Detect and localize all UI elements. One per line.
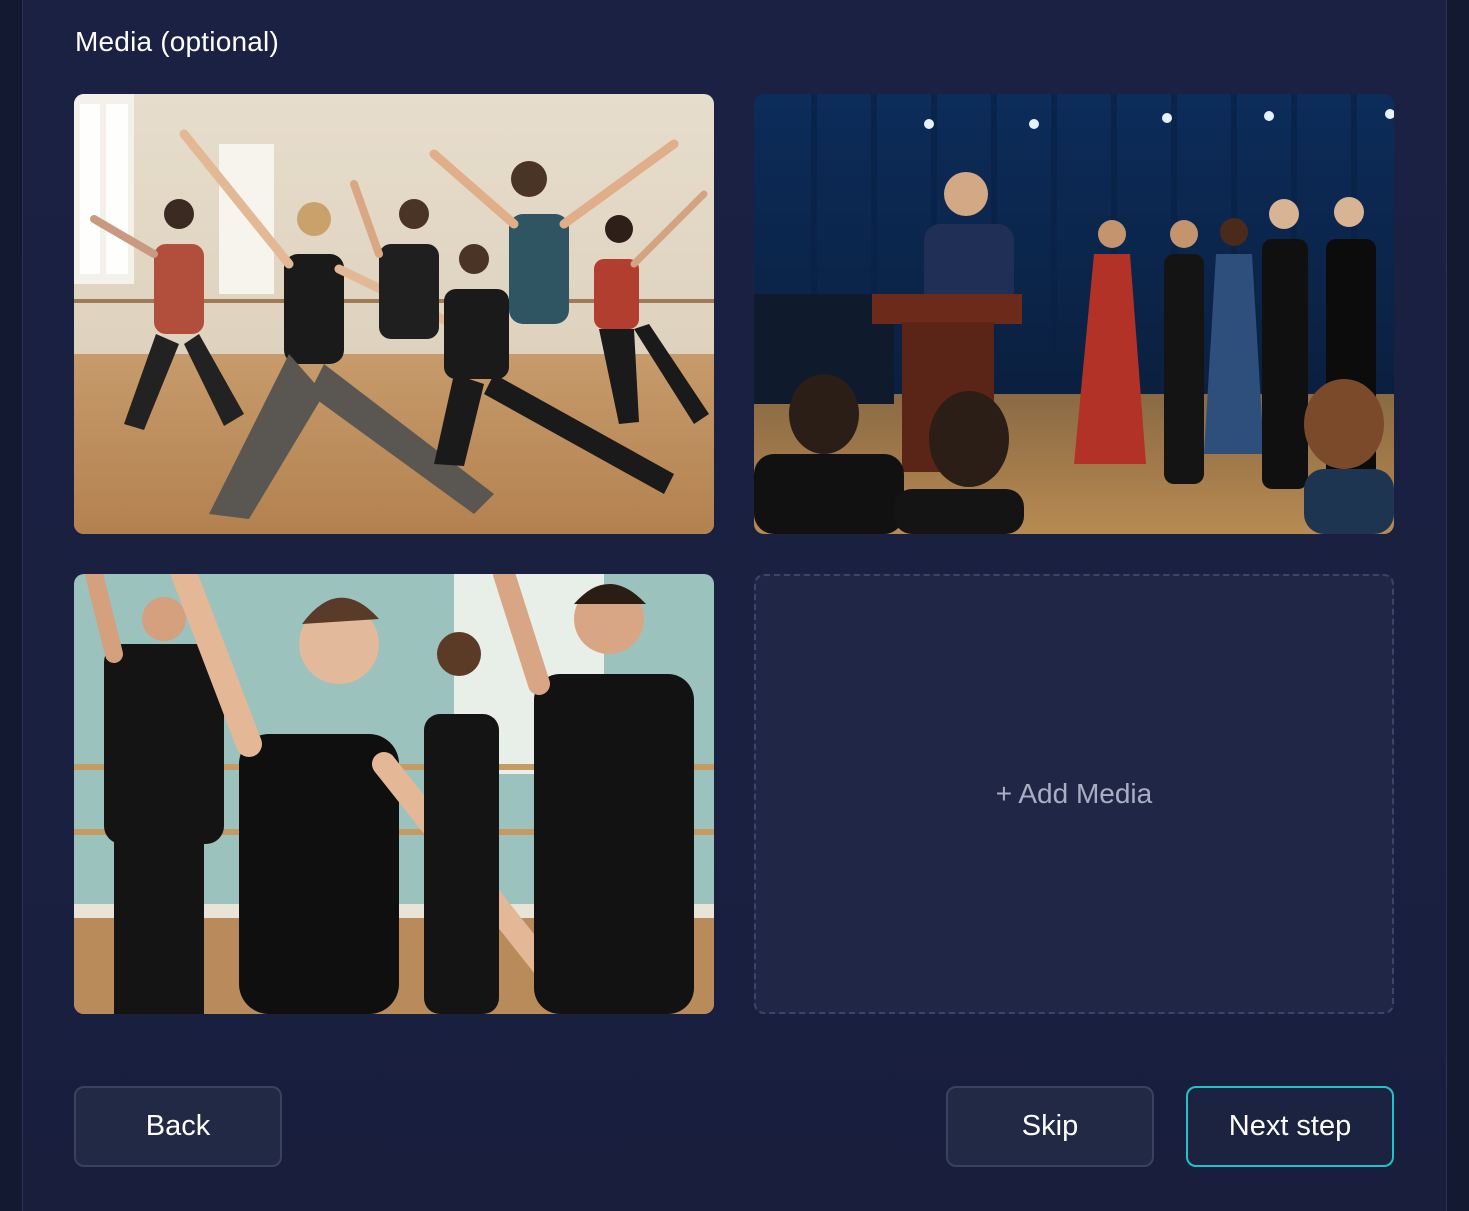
add-media-label: + Add Media: [995, 778, 1153, 809]
skip-button[interactable]: Skip: [946, 1086, 1154, 1167]
next-step-button[interactable]: Next step: [1186, 1086, 1394, 1167]
add-media-button[interactable]: + Add Media: [754, 574, 1394, 1014]
media-thumbnail-2[interactable]: [754, 94, 1394, 534]
ballet-class-photo: [74, 574, 714, 1014]
media-thumbnail-1[interactable]: [74, 94, 714, 534]
dance-class-photo: [74, 94, 714, 534]
media-section-title: Media (optional): [75, 26, 279, 57]
back-button[interactable]: Back: [74, 1086, 282, 1167]
award-ceremony-photo: [754, 94, 1394, 534]
media-thumbnail-3[interactable]: [74, 574, 714, 1014]
